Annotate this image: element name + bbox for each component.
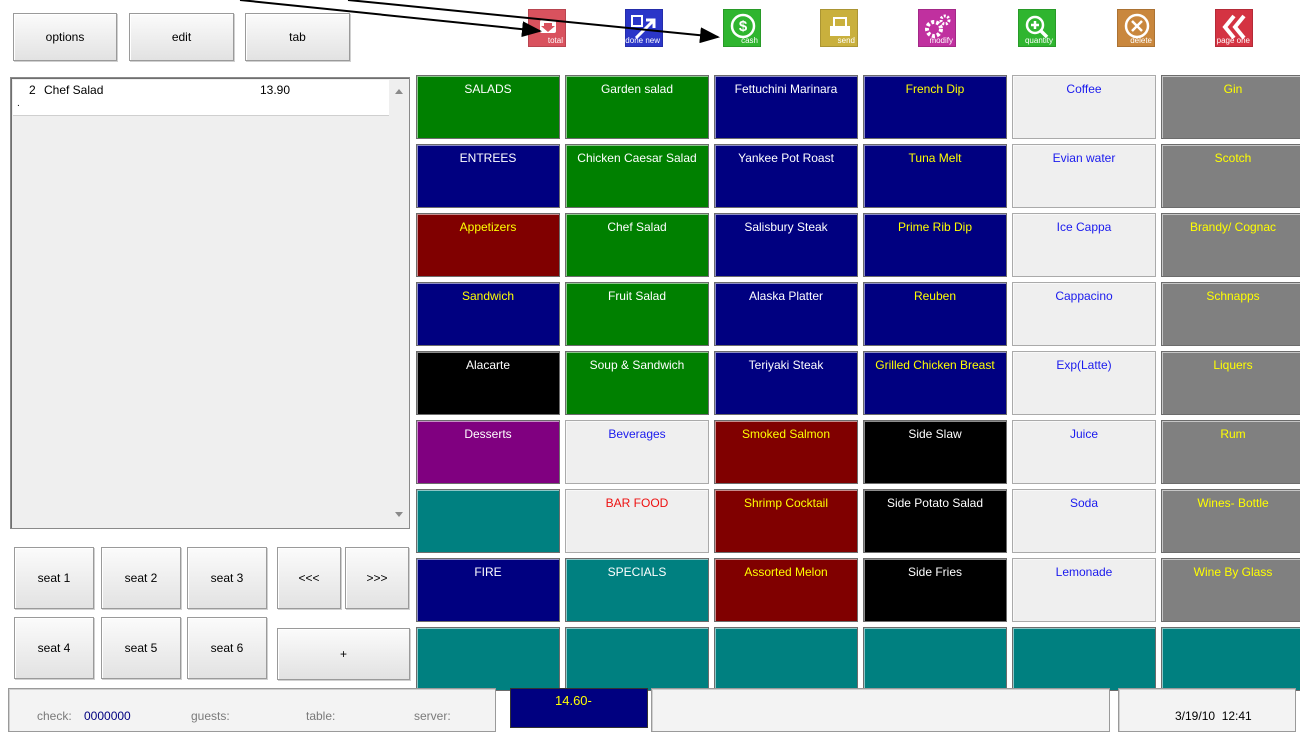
- annotation-arrows: [239, 0, 720, 44]
- arrow-to-cash: [347, 0, 720, 44]
- menu-button-desserts[interactable]: Desserts: [416, 420, 560, 484]
- menu-button-soup-sandwich[interactable]: Soup & Sandwich: [565, 351, 709, 415]
- menu-button-grilled-chicken-breast[interactable]: Grilled Chicken Breast: [863, 351, 1007, 415]
- menu-button-liquers[interactable]: Liquers: [1161, 351, 1300, 415]
- menu-button-alacarte[interactable]: Alacarte: [416, 351, 560, 415]
- menu-grid: SALADS Garden salad Fettuchini Marinara Fre…: [416, 75, 1300, 691]
- order-scrollbar[interactable]: [391, 80, 407, 526]
- menu-button-specials[interactable]: SPECIALS: [565, 558, 709, 622]
- seat-6-label: seat 6: [210, 641, 244, 655]
- menu-button-empty-r9-c1[interactable]: [416, 627, 560, 691]
- menu-button-french-dip[interactable]: French Dip: [863, 75, 1007, 139]
- menu-button-empty-r9-c6[interactable]: [1161, 627, 1300, 691]
- order-list[interactable]: 2 Chef Salad 13.90 .: [10, 77, 410, 529]
- order-item-subline: .: [17, 98, 20, 109]
- check-label: check:: [37, 709, 72, 723]
- menu-button-assorted-melon[interactable]: Assorted Melon: [714, 558, 858, 622]
- datetime-value: 3/19/10 12:41: [1175, 709, 1252, 723]
- order-item-name: Chef Salad: [44, 83, 104, 97]
- menu-button-salads[interactable]: SALADS: [416, 75, 560, 139]
- menu-button-lemonade[interactable]: Lemonade: [1012, 558, 1156, 622]
- menu-button-side-slaw[interactable]: Side Slaw: [863, 420, 1007, 484]
- add-seat-button[interactable]: +: [277, 628, 410, 680]
- order-item-qty: 2: [29, 83, 36, 97]
- check-number: 0000000: [84, 709, 131, 723]
- seat-5-button[interactable]: seat 5: [101, 617, 181, 679]
- scroll-down-icon[interactable]: [395, 512, 403, 518]
- menu-button-cappacino[interactable]: Cappacino: [1012, 282, 1156, 346]
- seat-4-label: seat 4: [37, 641, 71, 655]
- seat-6-button[interactable]: seat 6: [187, 617, 267, 679]
- check-info-panel: check: 0000000 guests: table: server:: [8, 688, 496, 732]
- seat-1-label: seat 1: [37, 571, 71, 585]
- seat-4-button[interactable]: seat 4: [14, 617, 94, 679]
- next-page-label: >>>: [366, 571, 388, 585]
- menu-button-schnapps[interactable]: Schnapps: [1161, 282, 1300, 346]
- menu-button-scotch[interactable]: Scotch: [1161, 144, 1300, 208]
- menu-button-shrimp-cocktail[interactable]: Shrimp Cocktail: [714, 489, 858, 553]
- message-panel: [651, 688, 1110, 732]
- seat-5-label: seat 5: [124, 641, 158, 655]
- menu-button-side-fries[interactable]: Side Fries: [863, 558, 1007, 622]
- menu-button-evian-water[interactable]: Evian water: [1012, 144, 1156, 208]
- menu-button-rum[interactable]: Rum: [1161, 420, 1300, 484]
- seat-3-label: seat 3: [210, 571, 244, 585]
- menu-button-reuben[interactable]: Reuben: [863, 282, 1007, 346]
- menu-button-side-potato-salad[interactable]: Side Potato Salad: [863, 489, 1007, 553]
- menu-button-ice-cappa[interactable]: Ice Cappa: [1012, 213, 1156, 277]
- menu-button-bar-food[interactable]: BAR FOOD: [565, 489, 709, 553]
- menu-button-appetizers[interactable]: Appetizers: [416, 213, 560, 277]
- menu-button-empty-r9-c5[interactable]: [1012, 627, 1156, 691]
- add-seat-label: +: [339, 647, 347, 661]
- menu-button-empty-r9-c2[interactable]: [565, 627, 709, 691]
- datetime-panel: 3/19/10 12:41: [1118, 688, 1296, 732]
- menu-button-empty-r9-c3[interactable]: [714, 627, 858, 691]
- menu-button-wine-by-glass[interactable]: Wine By Glass: [1161, 558, 1300, 622]
- menu-button-fettuchini-marinara[interactable]: Fettuchini Marinara: [714, 75, 858, 139]
- menu-button-salisbury-steak[interactable]: Salisbury Steak: [714, 213, 858, 277]
- table-label: table:: [306, 709, 336, 723]
- seat-3-button[interactable]: seat 3: [187, 547, 267, 609]
- menu-button-brandy-cognac[interactable]: Brandy/ Cognac: [1161, 213, 1300, 277]
- scroll-up-icon[interactable]: [395, 88, 403, 94]
- menu-button-beverages[interactable]: Beverages: [565, 420, 709, 484]
- menu-button-coffee[interactable]: Coffee: [1012, 75, 1156, 139]
- guests-label: guests:: [191, 709, 230, 723]
- menu-button-juice[interactable]: Juice: [1012, 420, 1156, 484]
- seat-2-button[interactable]: seat 2: [101, 547, 181, 609]
- order-item-price: 13.90: [260, 83, 291, 97]
- menu-button-chef-salad[interactable]: Chef Salad: [565, 213, 709, 277]
- prev-page-button[interactable]: <<<: [277, 547, 341, 609]
- menu-button-smoked-salmon[interactable]: Smoked Salmon: [714, 420, 858, 484]
- order-total-value: 14.60-: [555, 693, 592, 708]
- menu-button-teriyaki-steak[interactable]: Teriyaki Steak: [714, 351, 858, 415]
- menu-button-prime-rib-dip[interactable]: Prime Rib Dip: [863, 213, 1007, 277]
- order-total-display: 14.60-: [510, 688, 648, 728]
- menu-button-sandwich[interactable]: Sandwich: [416, 282, 560, 346]
- server-label: server:: [414, 709, 451, 723]
- menu-button-entrees[interactable]: ENTREES: [416, 144, 560, 208]
- order-item-row[interactable]: 2 Chef Salad 13.90 .: [13, 80, 389, 116]
- menu-button-yankee-pot-roast[interactable]: Yankee Pot Roast: [714, 144, 858, 208]
- status-bar: check: 0000000 guests: table: server: 14…: [8, 688, 1296, 732]
- menu-button-gin[interactable]: Gin: [1161, 75, 1300, 139]
- next-page-button[interactable]: >>>: [345, 547, 409, 609]
- seat-1-button[interactable]: seat 1: [14, 547, 94, 609]
- menu-button-fire[interactable]: FIRE: [416, 558, 560, 622]
- menu-button-alaska-platter[interactable]: Alaska Platter: [714, 282, 858, 346]
- menu-button-wines-bottle[interactable]: Wines- Bottle: [1161, 489, 1300, 553]
- menu-button-chicken-caesar-salad[interactable]: Chicken Caesar Salad: [565, 144, 709, 208]
- menu-button-fruit-salad[interactable]: Fruit Salad: [565, 282, 709, 346]
- menu-button-empty-r7-c1[interactable]: [416, 489, 560, 553]
- menu-button-empty-r9-c4[interactable]: [863, 627, 1007, 691]
- menu-button-tuna-melt[interactable]: Tuna Melt: [863, 144, 1007, 208]
- menu-button-exp-latte[interactable]: Exp(Latte): [1012, 351, 1156, 415]
- menu-button-garden-salad[interactable]: Garden salad: [565, 75, 709, 139]
- prev-page-label: <<<: [298, 571, 320, 585]
- seat-2-label: seat 2: [124, 571, 158, 585]
- menu-button-soda[interactable]: Soda: [1012, 489, 1156, 553]
